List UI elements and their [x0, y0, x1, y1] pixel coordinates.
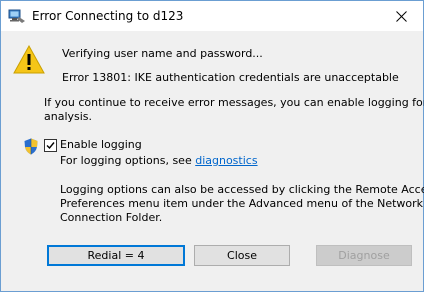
checkmark-icon: [46, 142, 55, 150]
logging-options-text: For logging options, see diagnostics: [60, 154, 258, 167]
info-text-line1: Logging options can also be accessed by …: [60, 183, 424, 196]
enable-logging-label[interactable]: Enable logging: [60, 138, 142, 151]
error-message: Error 13801: IKE authentication credenti…: [62, 71, 399, 84]
advice-text-line2: analysis.: [44, 110, 93, 123]
status-message: Verifying user name and password...: [62, 47, 263, 60]
advice-text-line1: If you continue to receive error message…: [44, 96, 424, 109]
close-window-button[interactable]: [379, 1, 423, 31]
enable-logging-checkbox[interactable]: [44, 139, 57, 152]
redial-button[interactable]: Redial = 4: [47, 245, 185, 266]
warning-icon: [13, 44, 45, 75]
uac-shield-icon: [24, 138, 38, 155]
error-dialog: Error Connecting to d123 Verifying user …: [0, 0, 424, 292]
network-connection-icon: [8, 8, 26, 24]
window-title: Error Connecting to d123: [32, 9, 184, 23]
diagnostics-link[interactable]: diagnostics: [195, 154, 257, 167]
logging-options-prefix: For logging options, see: [60, 154, 196, 167]
title-bar[interactable]: Error Connecting to d123: [1, 1, 423, 31]
diagnose-button[interactable]: Diagnose: [316, 245, 412, 266]
dialog-body: Verifying user name and password... Erro…: [1, 31, 424, 291]
close-icon: [395, 10, 407, 22]
info-text-line2: Preferences menu item under the Advanced…: [60, 197, 424, 210]
info-text-line3: Connection Folder.: [60, 211, 163, 224]
close-button[interactable]: Close: [194, 245, 290, 266]
